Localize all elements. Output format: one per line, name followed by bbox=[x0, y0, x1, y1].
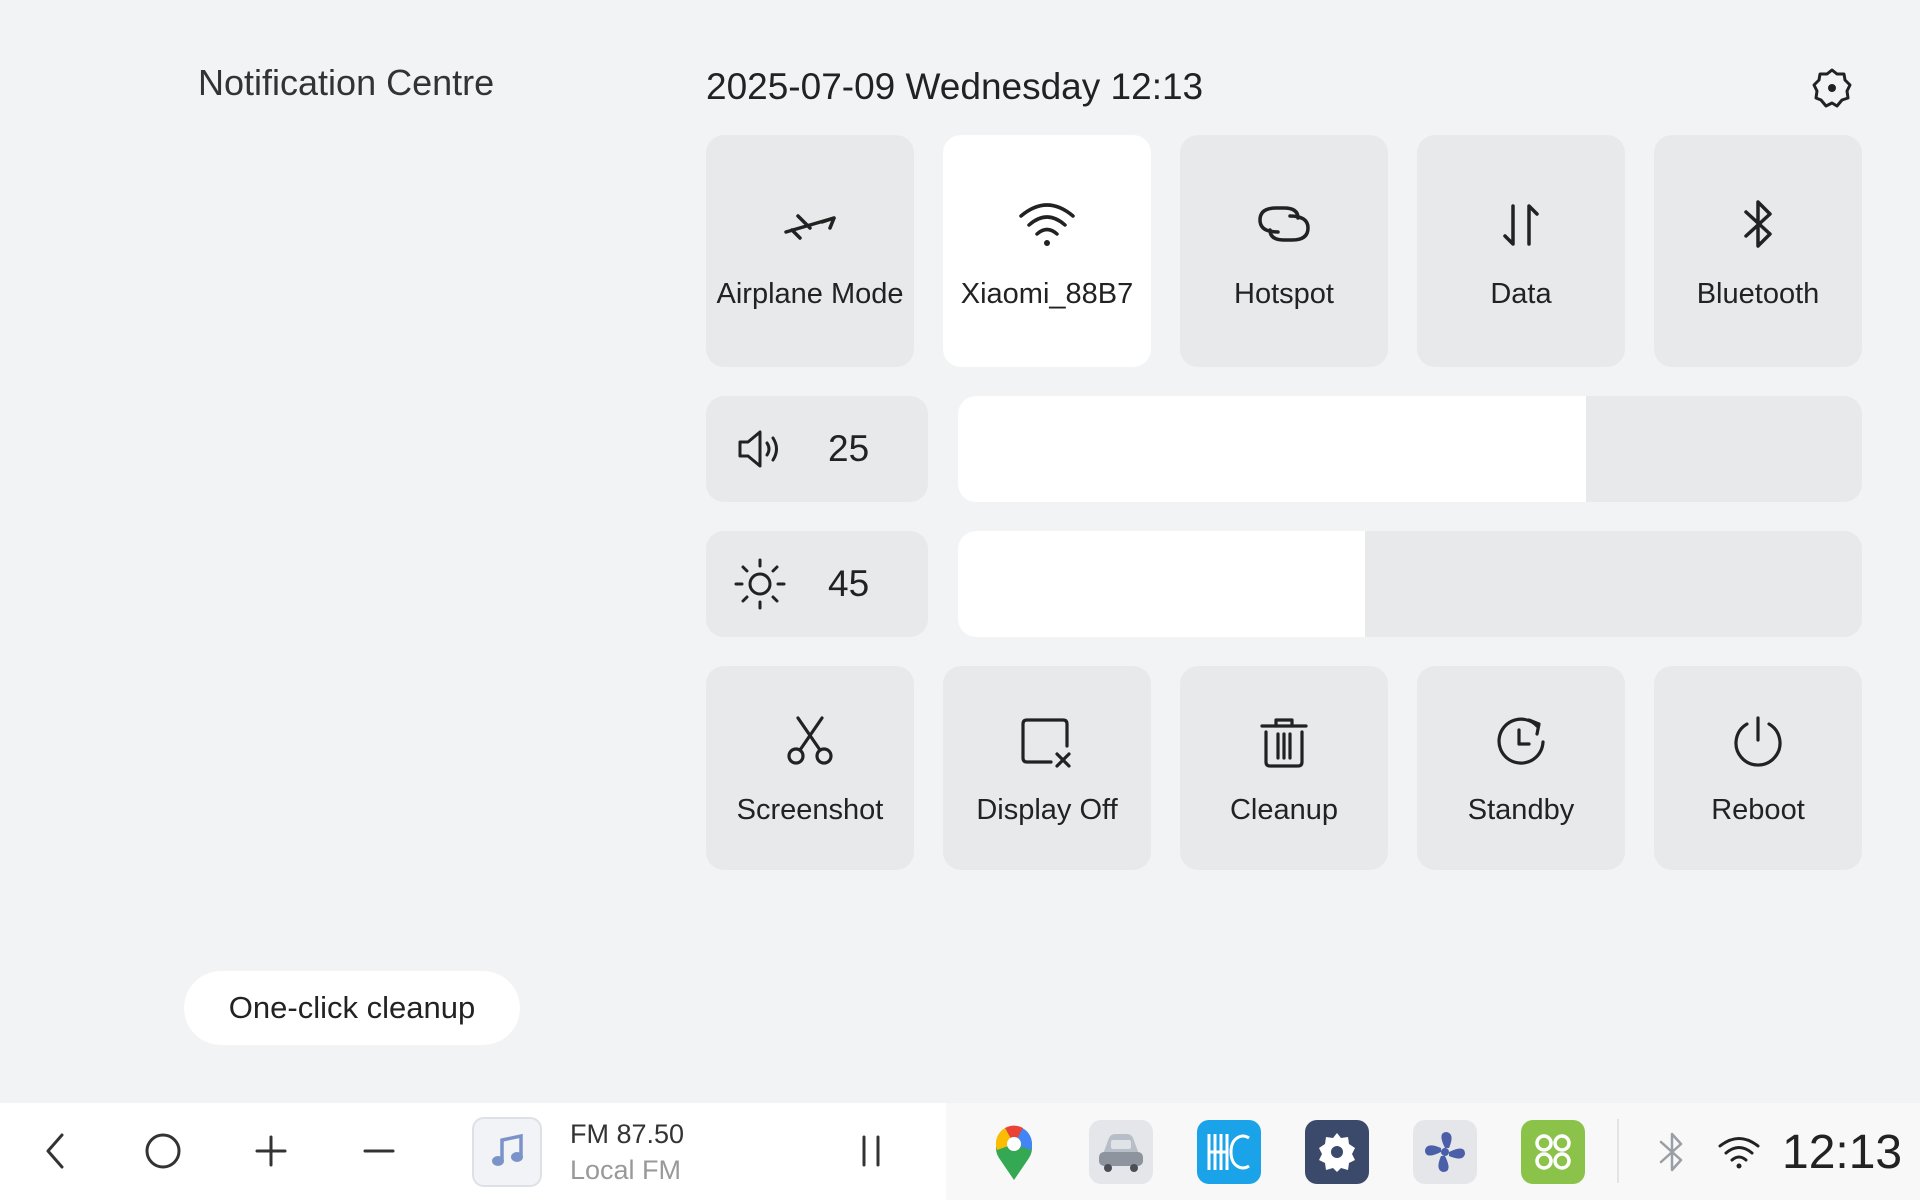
settings-app-icon bbox=[1319, 1133, 1355, 1172]
toggle-label: Bluetooth bbox=[1696, 277, 1820, 310]
hc-app[interactable] bbox=[1197, 1120, 1261, 1184]
action-label: Display Off bbox=[976, 793, 1118, 826]
mobile-data-icon bbox=[1503, 203, 1539, 246]
hotspot-toggle[interactable]: Hotspot bbox=[1180, 135, 1388, 367]
media-art[interactable] bbox=[472, 1117, 542, 1187]
screenshot-button[interactable]: Screenshot bbox=[706, 666, 914, 870]
toggle-label: Airplane Mode bbox=[716, 277, 904, 310]
volume-value: 25 bbox=[828, 428, 870, 469]
gear-icon bbox=[1812, 68, 1852, 108]
one-click-cleanup-button[interactable]: One-click cleanup bbox=[184, 971, 520, 1045]
pause-icon bbox=[862, 1135, 880, 1167]
media-station: Local FM bbox=[570, 1155, 682, 1185]
wifi-status-icon bbox=[1718, 1137, 1760, 1169]
fan-icon bbox=[1425, 1132, 1465, 1172]
toggle-label: Xiaomi_88B7 bbox=[960, 277, 1134, 310]
standby-icon bbox=[1497, 717, 1545, 765]
wifi-status bbox=[1714, 1127, 1764, 1177]
airplane-icon bbox=[784, 213, 836, 240]
maps-app[interactable] bbox=[982, 1120, 1046, 1184]
minus-icon bbox=[363, 1149, 395, 1153]
scissors-icon bbox=[787, 715, 833, 765]
display-off-button[interactable]: Display Off bbox=[943, 666, 1151, 870]
bluetooth-status-icon bbox=[1659, 1132, 1683, 1172]
standby-button[interactable]: Standby bbox=[1417, 666, 1625, 870]
brightness-slider[interactable] bbox=[958, 531, 1862, 637]
volume-slider[interactable] bbox=[958, 396, 1862, 502]
fan-app[interactable] bbox=[1413, 1120, 1477, 1184]
apps-grid-app[interactable] bbox=[1521, 1120, 1585, 1184]
taskbar-divider bbox=[1617, 1119, 1619, 1183]
reboot-button[interactable]: Reboot bbox=[1654, 666, 1862, 870]
trash-icon bbox=[1260, 717, 1308, 768]
volume-level: 25 bbox=[706, 396, 928, 502]
notification-centre-title: Notification Centre bbox=[198, 62, 495, 103]
volume-down-button[interactable] bbox=[354, 1119, 404, 1183]
bluetooth-status bbox=[1652, 1127, 1692, 1177]
airplane-mode-toggle[interactable]: Airplane Mode bbox=[706, 135, 914, 367]
home-icon bbox=[145, 1133, 181, 1169]
wifi-icon bbox=[1019, 202, 1075, 246]
power-icon bbox=[1734, 715, 1782, 767]
car-icon bbox=[1099, 1134, 1143, 1172]
home-button[interactable] bbox=[138, 1119, 188, 1183]
date-time: 2025-07-09 Wednesday 12:13 bbox=[706, 66, 1204, 107]
action-label: Cleanup bbox=[1229, 793, 1339, 826]
maps-icon bbox=[995, 1125, 1033, 1180]
car-app[interactable] bbox=[1089, 1120, 1153, 1184]
plus-icon bbox=[255, 1135, 287, 1167]
action-label: Standby bbox=[1467, 793, 1575, 826]
brightness-level: 45 bbox=[706, 531, 928, 637]
settings-app[interactable] bbox=[1305, 1120, 1369, 1184]
brightness-value: 45 bbox=[828, 563, 870, 604]
cleanup-tile-button[interactable]: Cleanup bbox=[1180, 666, 1388, 870]
taskbar: FM 87.50 Local FM 12:13 bbox=[0, 1103, 1920, 1200]
pause-button[interactable] bbox=[846, 1119, 896, 1183]
mobile-data-toggle[interactable]: Data bbox=[1417, 135, 1625, 367]
action-label: Reboot bbox=[1711, 793, 1805, 826]
taskbar-clock: 12:13 bbox=[1782, 1126, 1903, 1179]
volume-slider-fill bbox=[958, 396, 1587, 502]
toggle-label: Data bbox=[1490, 277, 1552, 310]
speaker-icon bbox=[738, 430, 778, 468]
apps-grid-icon bbox=[1535, 1134, 1571, 1170]
bluetooth-icon bbox=[1744, 199, 1772, 248]
hc-app-icon bbox=[1207, 1134, 1250, 1170]
sun-icon bbox=[734, 558, 786, 610]
settings-button[interactable] bbox=[1808, 64, 1856, 112]
music-note-icon bbox=[492, 1133, 523, 1166]
hotspot-icon bbox=[1258, 205, 1310, 242]
toggle-label: Hotspot bbox=[1234, 277, 1334, 310]
action-label: Screenshot bbox=[736, 793, 884, 826]
back-icon bbox=[46, 1133, 64, 1169]
back-button[interactable] bbox=[30, 1119, 80, 1183]
bluetooth-toggle[interactable]: Bluetooth bbox=[1654, 135, 1862, 367]
media-panel: FM 87.50 Local FM bbox=[0, 1103, 946, 1200]
volume-up-button[interactable] bbox=[246, 1119, 296, 1183]
wifi-toggle[interactable]: Xiaomi_88B7 bbox=[943, 135, 1151, 367]
brightness-slider-fill bbox=[958, 531, 1365, 637]
media-frequency: FM 87.50 bbox=[570, 1119, 685, 1149]
display-off-icon bbox=[1021, 717, 1071, 768]
